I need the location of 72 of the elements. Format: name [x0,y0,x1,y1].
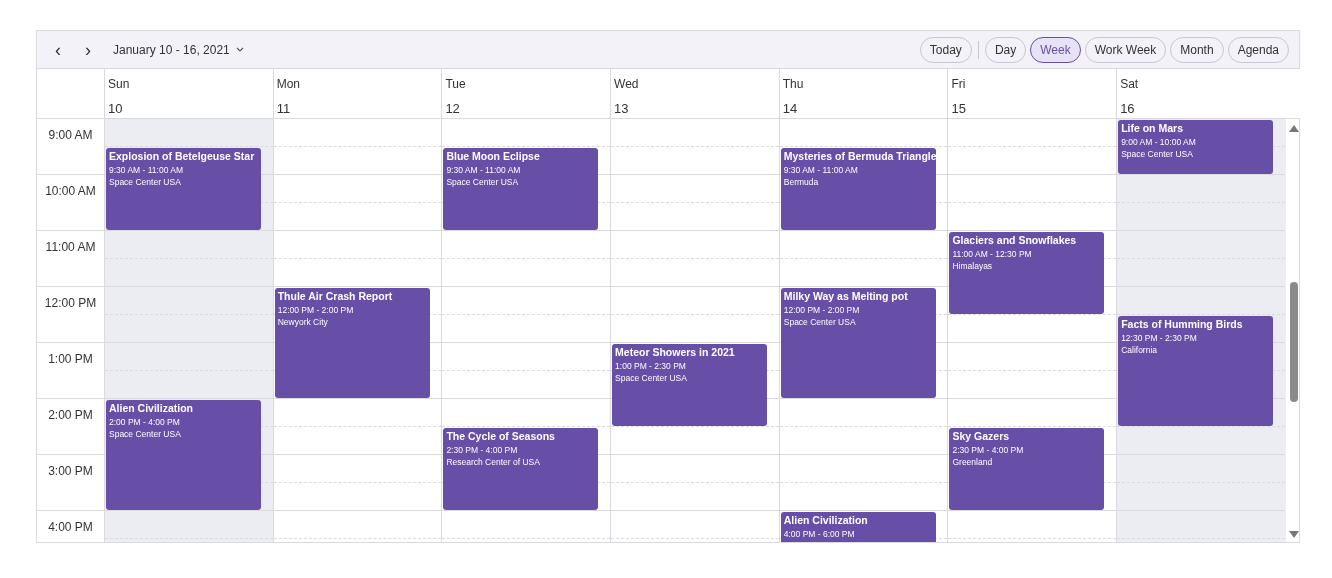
event-location: Bermuda [783,176,820,187]
day-name: Sat [1120,76,1140,93]
event-card[interactable]: Alien Civilization 2:00 PM - 4:00 PM Space Center USA [106,400,261,510]
event-time: 12:00 PM - 2:00 PM [783,304,861,315]
day-name: Fri [951,76,967,93]
event-title: Blue Moon Eclipse [446,150,541,163]
day-name: Thu [782,76,805,93]
day-name: Mon [276,76,302,93]
event-title: Alien Civilization [783,514,869,527]
day-date: 11 [276,100,292,118]
day-name: Tue [445,76,467,93]
event-title: The Cycle of Seasons [446,430,556,443]
day-name: Sun [108,76,131,93]
event-time: 9:00 AM - 10:00 AM [1121,136,1197,147]
event-location: Newyork City [277,316,329,327]
day-date: 15 [951,100,967,118]
previous-button[interactable]: ‹ [49,40,67,59]
event-location: Space Center USA [446,176,520,187]
event-title: Facts of Humming Birds [1121,318,1244,331]
event-time: 2:30 PM - 4:00 PM [446,444,519,455]
event-time: 12:30 PM - 2:30 PM [1121,332,1198,343]
day-date: 16 [1120,100,1136,118]
event-card[interactable]: Sky Gazers 2:30 PM - 4:00 PM Greenland [949,428,1105,510]
event-time: 2:30 PM - 4:00 PM [952,444,1025,455]
event-title: Life on Mars [1121,122,1184,135]
day-date: 13 [614,100,630,118]
event-title: Thule Air Crash Report [277,290,394,303]
event-time: 9:30 AM - 11:00 AM [446,164,522,175]
event-card[interactable]: Alien Civilization 4:00 PM - 6:00 PM [780,512,936,542]
event-time: 1:00 PM - 2:30 PM [615,360,687,371]
event-location: Research Center of USA [446,456,541,467]
scroll-down-icon[interactable] [1288,531,1299,538]
chevron-down-icon [235,47,244,52]
event-title: Glaciers and Snowflakes [952,234,1078,247]
event-card[interactable]: The Cycle of Seasons 2:30 PM - 4:00 PM Research Center of USA [443,428,599,510]
event-location: Space Center USA [109,176,182,187]
event-title: Alien Civilization [109,402,194,415]
date-range-dropdown[interactable]: January 10 - 16, 2021 [109,40,248,59]
event-time: 2:00 PM - 4:00 PM [109,416,181,427]
day-date: 12 [445,100,461,118]
event-card[interactable]: Meteor Showers in 2021 1:00 PM - 2:30 PM Space Center USA [612,344,768,426]
event-time: 4:00 PM - 6:00 PM [783,528,856,539]
event-location: Greenland [952,456,994,467]
event-time: 9:30 AM - 11:00 AM [783,164,859,175]
event-time: 12:00 PM - 2:00 PM [277,304,355,315]
event-location: Space Center USA [615,372,688,383]
event-card[interactable]: Milky Way as Melting pot 12:00 PM - 2:00 PM Space Center USA [780,288,936,398]
scroll-thumb[interactable] [1289,282,1298,402]
event-location: Space Center USA [109,428,182,439]
event-location: California [1121,344,1159,355]
event-card[interactable]: Facts of Humming Birds 12:30 PM - 2:30 PM California [1118,316,1274,426]
day-name: Wed [614,76,640,93]
event-card[interactable]: Explosion of Betelgeuse Star 9:30 AM - 11:00 AM Space Center USA [106,148,261,230]
event-card[interactable]: Thule Air Crash Report 12:00 PM - 2:00 PM Newyork City [274,288,430,398]
event-title: Milky Way as Melting pot [783,290,909,303]
day-date: 10 [108,100,124,118]
event-card[interactable]: Glaciers and Snowflakes 11:00 AM - 12:30 PM Himalayas [949,232,1105,314]
event-title: Explosion of Betelgeuse Star [109,150,256,163]
event-location: Space Center USA [1121,148,1194,159]
event-time: 11:00 AM - 12:30 PM [952,248,1033,259]
day-date: 14 [782,100,799,118]
event-location: Himalayas [952,260,994,271]
scroll-up-icon[interactable] [1288,125,1299,132]
event-card[interactable]: Mysteries of Bermuda Triangle 9:30 AM - 11:00 AM Bermuda [780,148,936,230]
event-card[interactable]: Life on Mars 9:00 AM - 10:00 AM Space Center USA [1118,120,1274,174]
event-card[interactable]: Blue Moon Eclipse 9:30 AM - 11:00 AM Space Center USA [443,148,599,230]
event-time: 9:30 AM - 11:00 AM [109,164,185,175]
view-tab[interactable]: Week [1030,36,1081,63]
event-location: Space Center USA [783,316,857,327]
event-title: Meteor Showers in 2021 [615,346,736,359]
event-title: Sky Gazers [952,430,1011,443]
next-button[interactable]: › [79,40,97,59]
